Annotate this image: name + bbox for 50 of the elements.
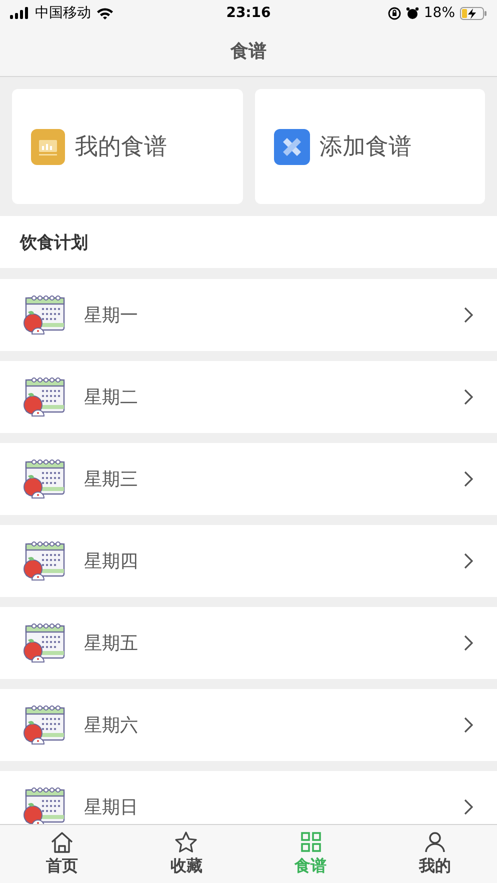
calendar-apple-icon <box>22 622 66 664</box>
clock-time: 23:16 <box>225 5 272 21</box>
card-label: 我的食谱 <box>75 133 167 162</box>
signal-icon <box>10 7 30 19</box>
calendar-apple-icon <box>22 376 66 418</box>
recipe-card[interactable]: 添加食谱 <box>254 89 485 204</box>
page-title: 食谱 <box>230 40 266 63</box>
tab[interactable]: 首页 <box>0 825 124 883</box>
day-label: 星期日 <box>84 796 139 819</box>
wifi-icon <box>96 6 114 20</box>
battery-percent: 18% <box>424 5 455 21</box>
home-icon <box>50 831 74 853</box>
plan-row[interactable]: 星期日 <box>0 771 497 824</box>
calendar-apple-icon <box>22 540 66 582</box>
plan-row[interactable]: 星期六 <box>0 689 497 761</box>
rotation-lock-icon <box>388 6 401 20</box>
tab[interactable]: 收藏 <box>124 825 248 883</box>
day-label: 星期六 <box>84 714 139 737</box>
carrier-name: 中国移动 <box>35 4 91 22</box>
calendar-apple-icon <box>22 458 66 500</box>
chart-icon <box>31 128 65 164</box>
day-label: 星期五 <box>84 632 139 655</box>
recipe-card[interactable]: 我的食谱 <box>12 89 242 204</box>
calendar-apple-icon <box>22 294 66 336</box>
user-icon <box>424 831 446 853</box>
day-label: 星期二 <box>84 386 139 409</box>
calendar-apple-icon <box>22 704 66 746</box>
chevron-right-icon <box>464 799 473 815</box>
plan-row[interactable]: 星期二 <box>0 361 497 433</box>
day-label: 星期四 <box>84 550 139 573</box>
cross-icon <box>274 128 310 164</box>
grid-icon <box>300 831 322 853</box>
chevron-right-icon <box>464 553 473 569</box>
plan-row[interactable]: 星期四 <box>0 525 497 597</box>
chevron-right-icon <box>464 635 473 651</box>
day-label: 星期一 <box>84 304 139 327</box>
plan-row[interactable]: 星期三 <box>0 443 497 515</box>
section-title: 饮食计划 <box>20 232 88 254</box>
day-label: 星期三 <box>84 468 139 491</box>
chevron-right-icon <box>464 307 473 323</box>
plan-row[interactable]: 星期一 <box>0 279 497 351</box>
chevron-right-icon <box>464 717 473 733</box>
tab[interactable]: 我的 <box>372 825 497 883</box>
chevron-right-icon <box>464 471 473 487</box>
chevron-right-icon <box>464 389 473 405</box>
alarm-icon <box>406 6 419 20</box>
battery-charging-icon <box>460 6 487 20</box>
star-icon <box>174 831 198 853</box>
card-label: 添加食谱 <box>320 133 412 162</box>
plan-row[interactable]: 星期五 <box>0 607 497 679</box>
